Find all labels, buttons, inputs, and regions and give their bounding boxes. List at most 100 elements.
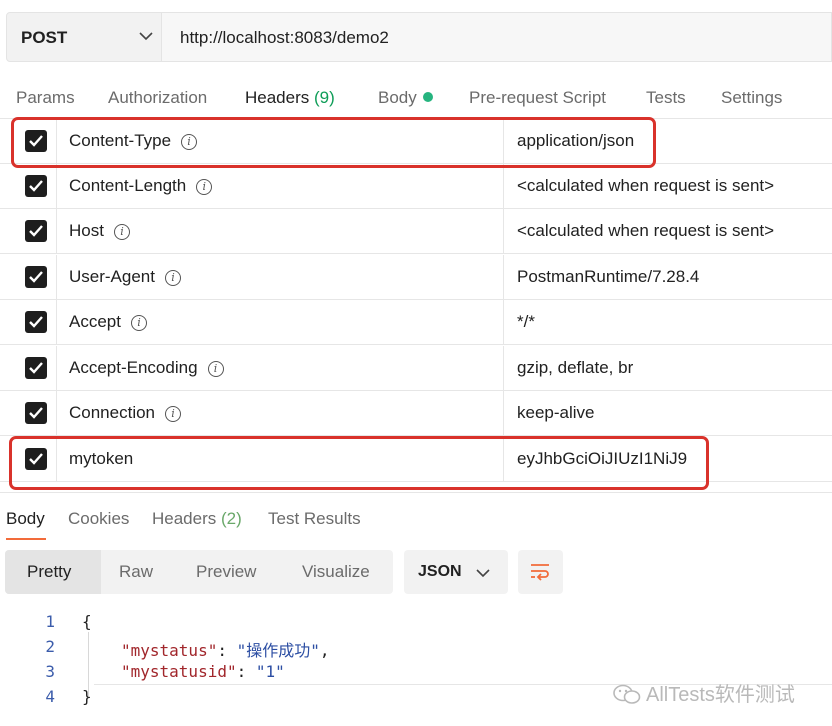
check-icon (29, 180, 43, 192)
table-row: User-Agent i PostmanRuntime/7.28.4 (0, 255, 832, 300)
format-label: JSON (418, 563, 462, 580)
format-select[interactable]: JSON (404, 550, 508, 594)
checkbox-cell (0, 300, 57, 344)
code-close-brace: } (82, 687, 92, 706)
table-row: Host i <calculated when request is sent> (0, 209, 832, 254)
checkbox[interactable] (25, 402, 47, 424)
tab-tests[interactable]: Tests (646, 88, 686, 108)
wechat-icon (613, 684, 641, 704)
url-text: http://localhost:8083/demo2 (180, 28, 389, 47)
table-row: Accept i */* (0, 300, 832, 345)
tab-authorization[interactable]: Authorization (108, 88, 207, 108)
column-divider (503, 300, 504, 344)
line-number: 4 (45, 687, 55, 706)
checkbox-cell (0, 255, 57, 299)
header-key-text: Accept-Encoding (69, 358, 198, 377)
checkbox[interactable] (25, 357, 47, 379)
checkbox[interactable] (25, 311, 47, 333)
method-label: POST (21, 28, 68, 47)
checkbox[interactable] (25, 266, 47, 288)
check-icon (29, 362, 43, 374)
response-tab-headers-count: (2) (221, 509, 242, 528)
column-divider (503, 164, 504, 208)
view-mode-raw[interactable]: Raw (119, 562, 153, 582)
header-key-text: Content-Length (69, 176, 187, 195)
line-number: 3 (45, 662, 55, 681)
json-key: "mystatusid" (121, 662, 237, 681)
header-value[interactable]: gzip, deflate, br (517, 358, 633, 378)
response-tab-cookies[interactable]: Cookies (68, 509, 129, 529)
code-open-brace: { (82, 612, 92, 631)
watermark-text: AllTests软件测试 (646, 684, 795, 706)
info-icon[interactable]: i (207, 361, 224, 377)
chevron-down-icon (476, 569, 490, 578)
info-icon[interactable]: i (196, 179, 213, 195)
url-input[interactable]: http://localhost:8083/demo2 (162, 12, 832, 62)
tab-headers[interactable]: Headers (9) (245, 88, 335, 108)
header-value[interactable]: keep-alive (517, 403, 595, 423)
highlight-box-content-type (11, 117, 656, 168)
header-value[interactable]: */* (517, 312, 535, 332)
checkbox[interactable] (25, 220, 47, 242)
check-icon (29, 271, 43, 283)
header-key[interactable]: Connection i (69, 403, 182, 423)
wrap-lines-button[interactable] (518, 550, 563, 594)
column-divider (503, 209, 504, 253)
tab-headers-label: Headers (245, 88, 310, 107)
response-tab-body[interactable]: Body (6, 509, 45, 529)
tab-pre-request-script[interactable]: Pre-request Script (469, 88, 606, 108)
line-number: 1 (45, 612, 55, 631)
checkbox[interactable] (25, 175, 47, 197)
line-number: 2 (45, 637, 55, 656)
view-mode-visualize[interactable]: Visualize (302, 562, 370, 582)
active-tab-underline (6, 538, 46, 540)
header-key-text: User-Agent (69, 267, 155, 286)
header-key[interactable]: Host i (69, 221, 130, 241)
tab-headers-count: (9) (314, 88, 335, 107)
header-key-text: Host (69, 221, 104, 240)
header-value[interactable]: PostmanRuntime/7.28.4 (517, 267, 699, 287)
json-value: "1" (255, 662, 285, 681)
response-tab-test-results[interactable]: Test Results (268, 509, 361, 529)
header-value[interactable]: <calculated when request is sent> (517, 221, 774, 241)
body-dot-icon (422, 92, 433, 102)
check-icon (29, 407, 43, 419)
column-divider (503, 255, 504, 299)
check-icon (29, 225, 43, 237)
tab-settings[interactable]: Settings (721, 88, 782, 108)
info-icon[interactable]: i (164, 270, 181, 286)
info-icon[interactable]: i (113, 224, 130, 240)
checkbox-cell (0, 164, 57, 208)
highlight-box-mytoken (9, 436, 709, 490)
checkbox-cell (0, 209, 57, 253)
header-key-text: Accept (69, 312, 121, 331)
tab-params[interactable]: Params (16, 88, 75, 108)
table-row: Accept-Encoding i gzip, deflate, br (0, 346, 832, 391)
view-mode-toggle: Pretty Raw Preview Visualize (5, 550, 393, 594)
header-value[interactable]: <calculated when request is sent> (517, 176, 774, 196)
view-mode-pretty[interactable]: Pretty (27, 562, 71, 582)
json-key: "mystatus" (121, 641, 218, 660)
json-value: "操作成功" (236, 641, 320, 660)
header-key[interactable]: User-Agent i (69, 267, 181, 287)
header-key[interactable]: Accept-Encoding i (69, 358, 224, 378)
json-colon: : (236, 662, 247, 681)
tab-body-label: Body (378, 88, 417, 107)
tab-body[interactable]: Body (378, 88, 433, 108)
header-key-text: Connection (69, 403, 156, 422)
checkbox-cell (0, 391, 57, 435)
view-mode-preview[interactable]: Preview (196, 562, 256, 582)
response-tab-headers-label: Headers (152, 509, 217, 528)
table-row: Connection i keep-alive (0, 391, 832, 436)
check-icon (29, 316, 43, 328)
info-icon[interactable]: i (130, 315, 147, 331)
response-tab-headers[interactable]: Headers (2) (152, 509, 242, 529)
header-key[interactable]: Accept i (69, 312, 147, 332)
json-comma: , (319, 641, 330, 660)
wrap-lines-icon (531, 564, 549, 581)
column-divider (503, 391, 504, 435)
code-line-2: "mystatus": "操作成功", (121, 637, 330, 661)
method-select[interactable]: POST (6, 12, 162, 62)
header-key[interactable]: Content-Length i (69, 176, 213, 196)
info-icon[interactable]: i (165, 406, 182, 422)
